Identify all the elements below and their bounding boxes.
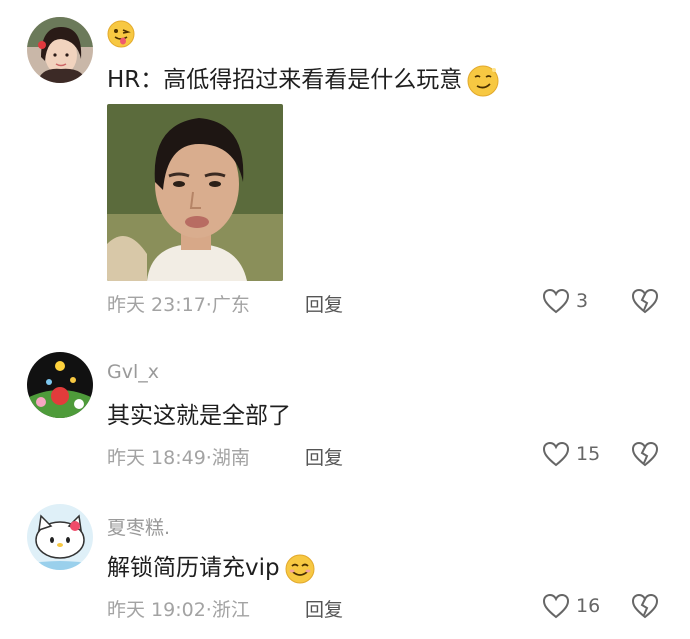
reply-button[interactable]: 回复 [305, 290, 343, 317]
comment-image[interactable] [107, 104, 283, 281]
dislike-button[interactable] [631, 441, 659, 471]
comment-location: 湖南 [211, 447, 250, 469]
comment-meta: 昨天 18:49·湖南 [107, 443, 250, 470]
comment-text: 解锁简历请充vip [107, 548, 316, 585]
like-count: 15 [576, 443, 601, 465]
comment-username[interactable]: Gvl_x [107, 361, 159, 383]
broken-heart-icon [631, 288, 659, 314]
heart-icon [542, 441, 570, 467]
comment-location: 浙江 [211, 599, 250, 621]
like-button[interactable]: 3 [542, 288, 588, 314]
broken-heart-icon [631, 593, 659, 619]
avatar[interactable] [27, 17, 93, 83]
comment-meta: 昨天 23:17·广东 [107, 290, 250, 317]
comment-text: 其实这就是全部了 [107, 403, 291, 429]
dislike-button[interactable] [631, 288, 659, 318]
reply-button[interactable]: 回复 [305, 443, 343, 470]
comment-time: 昨天 18:49 [107, 447, 206, 469]
tongue-out-emoji-icon [107, 20, 135, 52]
like-count: 3 [576, 290, 589, 312]
avatar[interactable] [27, 504, 93, 570]
heart-icon [542, 288, 570, 314]
heart-icon [542, 593, 570, 619]
avatar-woman-photo-icon [27, 17, 93, 83]
avatar-hello-kitty-icon [27, 504, 93, 570]
comment-time: 昨天 23:17 [107, 294, 206, 316]
dislike-button[interactable] [631, 593, 659, 623]
comment-meta: 昨天 19:02·浙江 [107, 595, 250, 622]
smirk-emoji-icon [466, 64, 500, 98]
like-count: 16 [576, 595, 601, 617]
comment-time: 昨天 19:02 [107, 599, 206, 621]
smile-emoji-icon [284, 553, 316, 585]
comment-username[interactable]: 夏枣糕. [107, 513, 170, 540]
avatar-cartoon-garden-icon [27, 352, 93, 418]
reply-button[interactable]: 回复 [305, 595, 343, 622]
like-button[interactable]: 15 [542, 441, 600, 467]
comment-text: HR：高低得招过来看看是什么玩意 [107, 60, 500, 98]
broken-heart-icon [631, 441, 659, 467]
like-button[interactable]: 16 [542, 593, 600, 619]
comment-location: 广东 [211, 294, 250, 316]
avatar[interactable] [27, 352, 93, 418]
